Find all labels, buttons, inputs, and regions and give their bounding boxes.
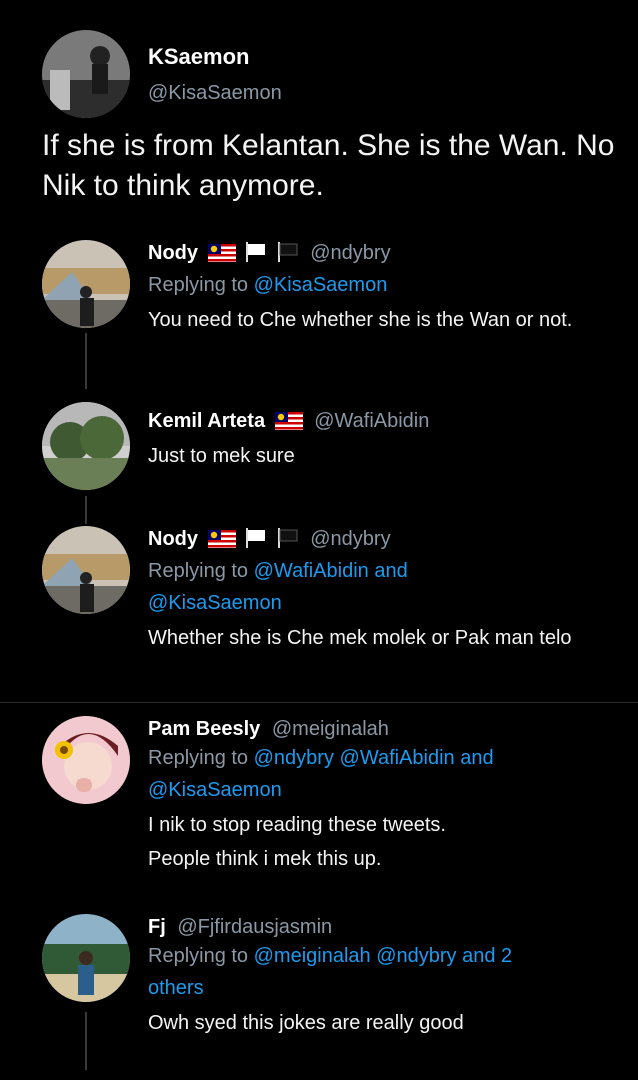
mention-link[interactable]: @WafiAbidin and bbox=[254, 560, 408, 582]
author-name[interactable]: Pam Beesly bbox=[148, 718, 260, 740]
avatar[interactable] bbox=[42, 526, 130, 614]
replying-to: Replying to @ndybry @WafiAbidin and bbox=[148, 742, 618, 774]
replying-label: Replying to bbox=[148, 274, 249, 296]
author-handle[interactable]: @Fjfirdausjasmin bbox=[177, 916, 332, 938]
tweet-text: If she is from Kelantan. She is the Wan.… bbox=[42, 129, 615, 202]
mention-link[interactable]: others bbox=[148, 977, 204, 999]
replying-to-cont: @KisaSaemon bbox=[148, 587, 618, 619]
white-flag-icon bbox=[245, 528, 267, 555]
thread-line bbox=[85, 333, 87, 389]
thread-line bbox=[85, 1012, 87, 1070]
replying-label: Replying to bbox=[148, 747, 249, 769]
mention-link[interactable]: @KisaSaemon bbox=[254, 274, 388, 296]
author-name[interactable]: KSaemon bbox=[148, 44, 249, 70]
mention-link[interactable]: @KisaSaemon bbox=[148, 779, 282, 801]
mention-link[interactable]: @KisaSaemon bbox=[148, 592, 282, 614]
replying-to-cont: others bbox=[148, 972, 618, 1004]
tweet-text: Owh syed this jokes are really good bbox=[148, 1012, 464, 1034]
author-handle[interactable]: @KisaSaemon bbox=[148, 82, 282, 105]
tweet-text-line: I nik to stop reading these tweets. bbox=[148, 814, 446, 836]
mention-link[interactable]: @ndybry @WafiAbidin and bbox=[254, 747, 494, 769]
replying-to: Replying to @KisaSaemon bbox=[148, 269, 618, 301]
avatar[interactable] bbox=[42, 240, 130, 328]
divider bbox=[0, 702, 638, 703]
author-handle[interactable]: @ndybry bbox=[310, 242, 390, 264]
author-name[interactable]: Kemil Arteta bbox=[148, 410, 265, 432]
replying-to: Replying to @meiginalah @ndybry and 2 bbox=[148, 940, 618, 972]
author-name[interactable]: Nody bbox=[148, 528, 198, 550]
author-handle[interactable]: @WafiAbidin bbox=[314, 410, 429, 432]
replying-to: Replying to @WafiAbidin and bbox=[148, 555, 618, 587]
tweet-text-line: People think i mek this up. bbox=[148, 848, 382, 870]
tweet-text: Whether she is Che mek molek or Pak man … bbox=[148, 627, 572, 649]
author-handle[interactable]: @meiginalah bbox=[272, 718, 389, 740]
author-handle[interactable]: @ndybry bbox=[310, 528, 390, 550]
malaysia-flag-icon bbox=[274, 411, 303, 437]
replying-label: Replying to bbox=[148, 945, 249, 967]
mention-link[interactable]: @meiginalah @ndybry and 2 bbox=[254, 945, 513, 967]
thread-line bbox=[85, 496, 87, 524]
replying-to-cont: @KisaSaemon bbox=[148, 774, 618, 806]
tweet-text: You need to Che whether she is the Wan o… bbox=[148, 309, 573, 331]
avatar[interactable] bbox=[42, 716, 130, 804]
replying-label: Replying to bbox=[148, 560, 249, 582]
tweet-text: Just to mek sure bbox=[148, 445, 295, 467]
malaysia-flag-icon bbox=[207, 529, 236, 555]
author-name[interactable]: Nody bbox=[148, 242, 198, 264]
black-flag-icon bbox=[277, 528, 299, 555]
black-flag-icon bbox=[277, 242, 299, 269]
avatar[interactable] bbox=[42, 914, 130, 1002]
avatar[interactable] bbox=[42, 402, 130, 490]
author-name[interactable]: Fj bbox=[148, 916, 166, 938]
avatar[interactable] bbox=[42, 30, 130, 118]
white-flag-icon bbox=[245, 242, 267, 269]
malaysia-flag-icon bbox=[207, 243, 236, 269]
